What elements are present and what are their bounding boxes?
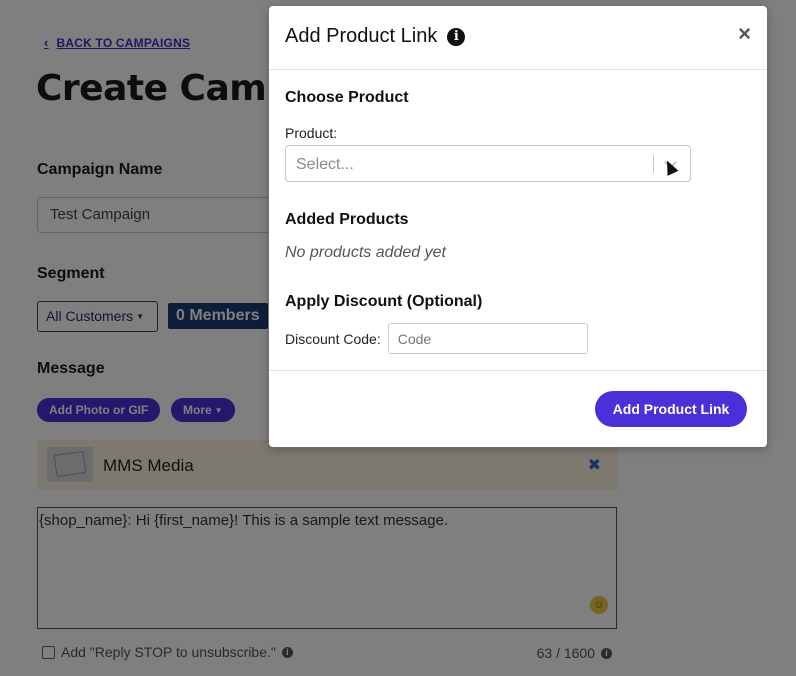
product-label: Product: [285,125,338,141]
discount-row: Discount Code: [285,323,588,354]
modal-title-text: Add Product Link [285,25,438,47]
discount-code-input[interactable] [387,323,588,354]
product-select-placeholder: Select... [296,156,354,173]
apply-discount-heading: Apply Discount (Optional) [285,293,483,310]
choose-product-heading: Choose Product [285,89,409,106]
select-separator [653,155,654,173]
footer-divider [269,370,767,371]
no-products-text: No products added yet [285,244,446,261]
modal-title: Add Product Link i [285,25,466,48]
close-icon[interactable]: × [738,22,751,46]
product-select[interactable]: Select... [285,145,691,182]
add-product-link-button[interactable]: Add Product Link [595,391,747,427]
discount-code-label: Discount Code: [285,330,381,347]
info-icon[interactable]: i [447,27,466,46]
add-product-link-modal: Add Product Link i × Choose Product Prod… [269,6,767,447]
added-products-heading: Added Products [285,211,409,228]
modal-header: Add Product Link i × [269,6,767,70]
